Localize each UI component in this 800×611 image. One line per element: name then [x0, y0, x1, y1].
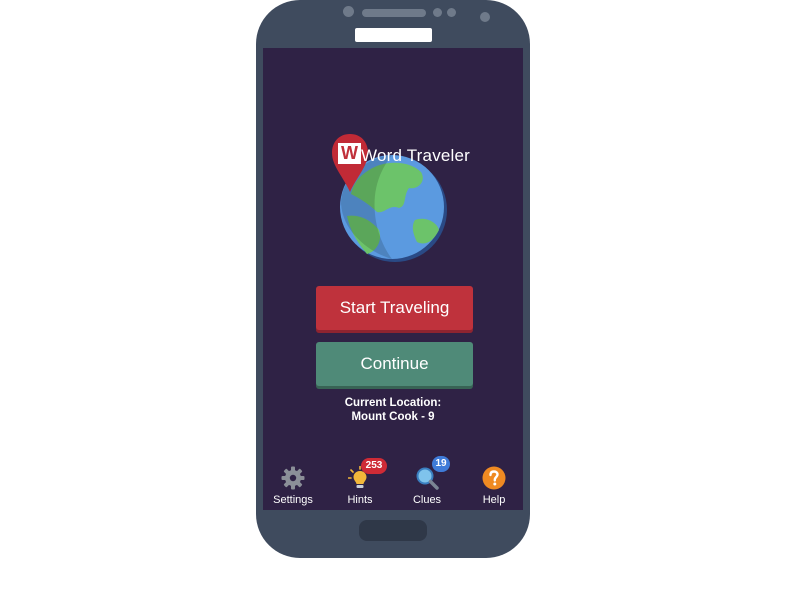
nav-help-label: Help: [482, 494, 506, 506]
app-title: Word Traveler: [361, 146, 471, 165]
logo-letter: W: [338, 143, 361, 164]
current-location-value: Mount Cook - 9: [351, 411, 435, 423]
nav-settings[interactable]: Settings: [263, 464, 323, 508]
nav-settings-label: Settings: [273, 494, 313, 506]
proximity-sensor: [480, 12, 490, 22]
app-screen: W Word Traveler Start Traveling Continue…: [263, 48, 523, 510]
nav-clues-label: Clues: [412, 494, 442, 506]
earpiece-speaker: [362, 9, 426, 17]
nav-hints-label: Hints: [347, 494, 373, 506]
front-camera: [343, 6, 354, 17]
clues-count-badge: 19: [432, 456, 450, 472]
question-icon: [482, 466, 506, 490]
brand-slot: [355, 28, 432, 42]
nav-clues[interactable]: 19 Clues: [397, 456, 457, 508]
current-location-caption: Current Location:: [344, 397, 442, 409]
home-button[interactable]: [359, 520, 427, 541]
nav-hints[interactable]: 253 Hints: [330, 458, 390, 508]
start-traveling-button[interactable]: Start Traveling: [316, 286, 473, 330]
continue-button[interactable]: Continue: [316, 342, 473, 386]
gear-icon: [281, 466, 305, 490]
sensor-dot: [433, 8, 442, 17]
sensor-dot: [447, 8, 456, 17]
hints-count-badge: 253: [361, 458, 387, 474]
nav-help[interactable]: Help: [464, 464, 523, 508]
